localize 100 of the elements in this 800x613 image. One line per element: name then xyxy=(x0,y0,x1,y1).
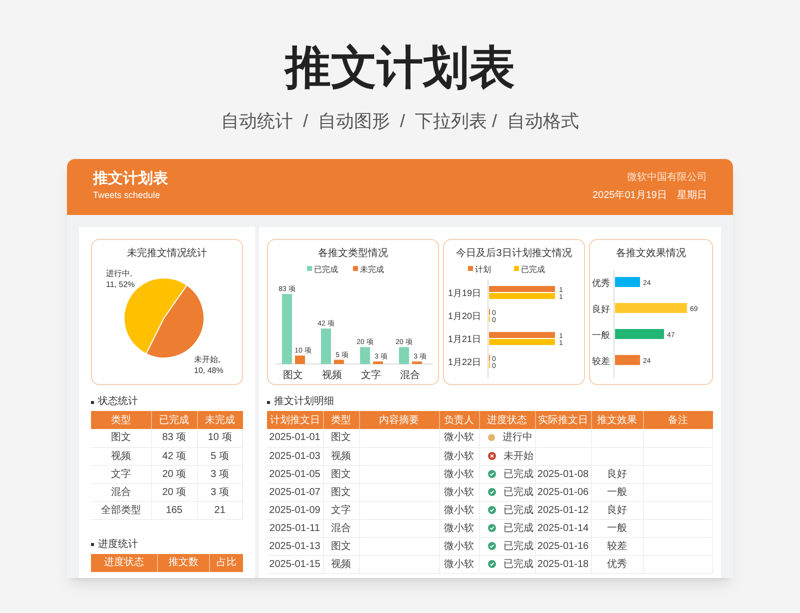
table-cell: 微小软 xyxy=(439,501,479,519)
table-cell: 2025-01-08 xyxy=(535,465,591,483)
date-text: 2025年01月19日 xyxy=(592,191,667,201)
column-header: 未完成 xyxy=(197,411,242,429)
sheet-title: 推文计划表 xyxy=(93,171,168,186)
slice-label: 未开始, 10, 48% xyxy=(194,355,224,375)
weekday-text: 星期日 xyxy=(677,191,707,201)
bar xyxy=(282,294,292,364)
table-cell: 2025-01-18 xyxy=(535,555,591,573)
section-label: 进度统计 xyxy=(98,540,138,550)
table-cell: 视频 xyxy=(91,447,152,465)
table-cell: 微小软 xyxy=(439,483,479,501)
table-cell: 图文 xyxy=(323,465,359,483)
status-text: 已完成 xyxy=(504,558,534,572)
table-cell: 较差 xyxy=(591,537,643,555)
bar xyxy=(615,329,664,339)
status-text: 已完成 xyxy=(504,504,534,518)
column-header: 实际推文日 xyxy=(535,411,591,429)
table-cell: 混合 xyxy=(323,519,359,537)
bar xyxy=(360,347,370,364)
legend-label: 已完成 xyxy=(314,265,338,274)
table-cell: 2025-01-14 xyxy=(535,519,591,537)
section-label: 推文计划明细 xyxy=(274,397,334,407)
table-cell: 图文 xyxy=(323,429,359,447)
column-header: 推文效果 xyxy=(591,411,643,429)
axis-label: 一般 xyxy=(592,330,610,340)
table-cell: 2025-01-07 xyxy=(267,483,323,501)
table-cell: 文字 xyxy=(323,501,359,519)
table-cell: 一般 xyxy=(591,519,643,537)
table-cell: 2025-01-11 xyxy=(267,519,323,537)
axis-label: 1月22日 xyxy=(448,357,482,367)
column-header: 进度状态 xyxy=(91,554,158,572)
table-cell: 2025-01-01 xyxy=(267,429,323,447)
bar xyxy=(373,361,383,364)
axis-label: 1月20日 xyxy=(448,311,482,321)
table-cell: 20 项 xyxy=(151,465,198,483)
bar xyxy=(334,360,344,364)
section-label: 状态统计 xyxy=(98,397,138,407)
table-cell: 3 项 xyxy=(197,465,242,483)
chart-title: 各推文效果情况 xyxy=(616,248,686,259)
check-circle-icon xyxy=(488,488,496,496)
column-header: 计划推文日 xyxy=(267,411,323,429)
table-cell: 2025-01-06 xyxy=(535,483,591,501)
table-cell: 良好 xyxy=(591,501,643,519)
table-cell: 83 项 xyxy=(151,429,198,447)
column-header: 进度状态 xyxy=(479,411,535,429)
legend-label: 计划 xyxy=(475,265,491,274)
check-circle-icon xyxy=(488,524,496,532)
axis-label: 1月21日 xyxy=(448,334,482,344)
table-cell: 优秀 xyxy=(591,555,643,573)
check-circle-icon xyxy=(488,470,496,478)
table-cell: 图文 xyxy=(91,429,152,447)
column-header: 备注 xyxy=(643,411,712,429)
axis-label: 图文 xyxy=(283,370,303,381)
legend-item: 已完成 xyxy=(307,265,338,274)
table-cell: 21 xyxy=(197,501,242,519)
table-cell: 视频 xyxy=(323,447,359,465)
bar xyxy=(295,356,305,364)
table-cell: 2025-01-05 xyxy=(267,465,323,483)
bar xyxy=(399,347,409,364)
table-cell: 2025-01-09 xyxy=(267,501,323,519)
table-cell: 2025-01-15 xyxy=(267,555,323,573)
table-cell: 文字 xyxy=(91,465,152,483)
bar xyxy=(615,355,640,365)
sheet-subtitle: Tweets schedule xyxy=(93,191,162,200)
status-text: 已完成 xyxy=(504,522,534,536)
slice-label: 进行中, 11, 52% xyxy=(106,269,135,289)
bar xyxy=(615,303,687,313)
bar xyxy=(321,328,331,364)
status-text: 已完成 xyxy=(504,540,534,554)
legend-label: 未完成 xyxy=(360,265,384,274)
table-cell: 混合 xyxy=(91,483,152,501)
axis-label: 1月19日 xyxy=(448,288,482,298)
status-text: 未开始 xyxy=(504,450,534,464)
table-cell: 视频 xyxy=(323,555,359,573)
status-text: 进行中 xyxy=(502,430,532,446)
chart-title: 未完推文情况统计 xyxy=(127,248,207,259)
table-cell: 图文 xyxy=(323,537,359,555)
page-title: 推文计划表 xyxy=(285,44,515,90)
table-cell: 微小软 xyxy=(439,447,479,465)
table-cell: 42 项 xyxy=(151,447,198,465)
check-circle-icon xyxy=(488,560,496,568)
company-name: 微软中国有限公司 xyxy=(627,173,707,183)
column-header: 推文数 xyxy=(158,554,210,572)
table-cell: 2025-01-16 xyxy=(535,537,591,555)
table-cell: 5 项 xyxy=(197,447,242,465)
table-cell: 2025-01-13 xyxy=(267,537,323,555)
column-header: 已完成 xyxy=(151,411,198,429)
table-cell: 10 项 xyxy=(197,429,242,447)
table-cell: 微小软 xyxy=(439,537,479,555)
table-cell: 2025-01-03 xyxy=(267,447,323,465)
axis-label: 混合 xyxy=(400,370,420,381)
page-subtitle: 自动统计 / 自动图形 / 下拉列表 / 自动格式 xyxy=(220,112,579,130)
axis-label: 较差 xyxy=(592,356,610,366)
legend-label: 已完成 xyxy=(521,265,545,274)
legend-item: 计划 xyxy=(468,265,491,274)
axis-label: 文字 xyxy=(361,370,381,381)
column-header: 类型 xyxy=(91,411,152,429)
column-header: 负责人 xyxy=(439,411,479,429)
column-header: 内容摘要 xyxy=(359,411,439,429)
